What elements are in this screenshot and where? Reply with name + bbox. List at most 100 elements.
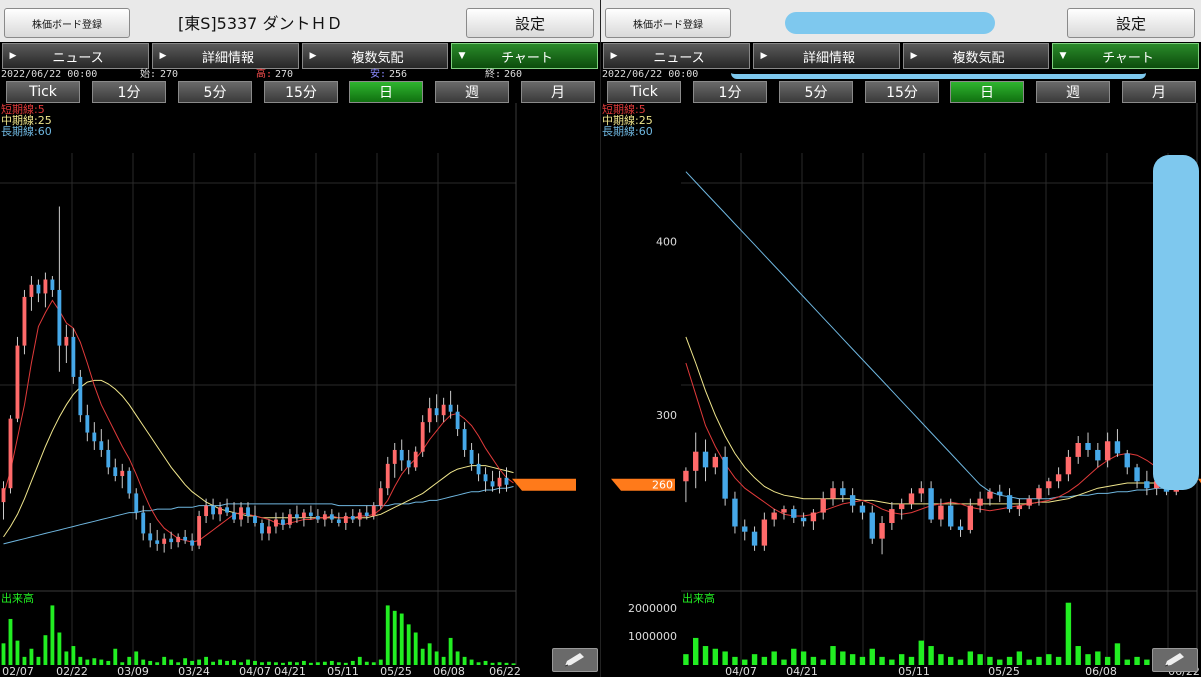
left-candle-63	[441, 397, 446, 423]
left-period-week[interactable]: 週	[435, 81, 509, 103]
right-candle-body-42	[1095, 449, 1101, 461]
right-info-redaction	[731, 67, 1146, 79]
left-x-tick-label-3: 03/24	[178, 665, 210, 677]
right-candle-25	[928, 481, 934, 523]
left-volume-bar-10	[71, 646, 76, 665]
right-volume-bar-30	[977, 654, 983, 665]
right-settings-button[interactable]: 設定	[1067, 8, 1195, 38]
left-legend-long-ma: 長期線:60	[1, 125, 52, 138]
right-period-1min[interactable]: 1分	[693, 81, 767, 103]
left-tab-details[interactable]: ▶ 詳細情報	[152, 43, 299, 69]
left-candle-body-58	[406, 460, 411, 468]
left-candle-body-68	[476, 463, 481, 475]
right-volume-bar-31	[987, 656, 993, 665]
right-period-week[interactable]: 週	[1036, 81, 1110, 103]
left-candle-body-34	[239, 507, 243, 520]
right-candle-body-41	[1085, 443, 1091, 450]
right-stock-board-register-button[interactable]: 株価ボード登録	[605, 8, 731, 38]
right-period-day[interactable]: 日	[950, 81, 1024, 103]
right-tab-multi-quotes[interactable]: ▶ 複数気配	[903, 43, 1049, 69]
left-candle-body-15	[106, 449, 111, 468]
right-candle-body-30	[977, 498, 983, 506]
right-volume-bar-25	[928, 646, 934, 665]
right-volume-bar-28	[957, 659, 964, 665]
right-volume-bar-44	[1114, 643, 1121, 665]
right-candle-body-12	[800, 517, 807, 522]
left-tab-news[interactable]: ▶ ニュース	[2, 43, 149, 69]
right-candle-28	[957, 519, 964, 537]
left-candle-body-38	[267, 526, 271, 534]
left-volume-bar-32	[225, 660, 229, 665]
right-volume-bar-41	[1085, 654, 1091, 665]
right-period-5min[interactable]: 5分	[779, 81, 853, 103]
left-candle-body-30	[211, 505, 216, 515]
left-candle-body-10	[71, 336, 76, 377]
right-draw-tool-button[interactable]	[1152, 648, 1198, 672]
left-period-1min[interactable]: 1分	[92, 81, 166, 103]
right-datetime: 2022/06/22 00:00	[602, 69, 699, 80]
right-volume-bar-19	[869, 648, 875, 665]
right-candle-35	[1026, 495, 1032, 510]
left-candle-38	[267, 519, 271, 541]
left-candle-body-47	[329, 514, 334, 520]
left-candle-body-19	[134, 493, 139, 513]
left-period-5min[interactable]: 5分	[178, 81, 252, 103]
right-volume-bar-0	[683, 654, 689, 665]
right-candle-body-44	[1114, 441, 1121, 454]
left-tab-multi-quotes[interactable]: ▶ 複数気配	[302, 43, 448, 69]
right-candle-19	[869, 505, 875, 544]
left-volume-bar-31	[218, 659, 222, 665]
left-candle-body-67	[469, 449, 474, 464]
left-period-day[interactable]: 日	[349, 81, 423, 103]
right-period-tick[interactable]: Tick	[607, 81, 681, 103]
left-volume-bar-58	[406, 624, 411, 665]
left-candle-body-14	[99, 441, 104, 450]
right-period-15min[interactable]: 15分	[865, 81, 939, 103]
right-x-tick-label-0: 04/07	[725, 665, 757, 677]
right-volume-bar-13	[810, 656, 817, 665]
left-candle-3	[22, 289, 27, 355]
left-candle-11	[78, 369, 83, 423]
left-volume-bar-13	[92, 658, 97, 665]
left-volume-bar-4	[29, 648, 34, 665]
left-settings-button[interactable]: 設定	[466, 8, 594, 38]
left-volume-bar-7	[50, 605, 55, 665]
left-volume-bar-53	[371, 662, 376, 665]
left-candle-35	[246, 502, 250, 523]
left-volume-bar-44	[308, 662, 313, 665]
left-candlestick-chart[interactable]: 出来高 02/07 02/22 03/09 03/24 04/07 04/21 05/11 05…	[0, 103, 600, 677]
right-volume-bar-43	[1104, 656, 1111, 665]
left-volume-bar-62	[434, 651, 439, 665]
left-candle-body-35	[246, 507, 250, 517]
right-candlestick-chart[interactable]: 260400300出来高2000000100000020000000100000…	[601, 103, 1201, 677]
left-candle-56	[392, 443, 397, 478]
left-period-tick[interactable]: Tick	[6, 81, 80, 103]
left-period-15min[interactable]: 15分	[264, 81, 338, 103]
left-period-month[interactable]: 月	[521, 81, 595, 103]
left-volume-bar-29	[204, 656, 209, 665]
left-stock-board-register-button[interactable]: 株価ボード登録	[4, 8, 130, 38]
right-tab-details[interactable]: ▶ 詳細情報	[753, 43, 900, 69]
left-candle-body-20	[141, 512, 146, 534]
right-candle-body-28	[957, 526, 964, 530]
left-candle-12	[85, 404, 90, 442]
left-x-tick-label-9: 06/22	[489, 665, 521, 677]
left-candle-34	[239, 502, 243, 527]
right-volume-bar-24	[918, 640, 924, 665]
right-period-month[interactable]: 月	[1122, 81, 1196, 103]
left-tab-chart[interactable]: ▼ チャート	[451, 43, 598, 69]
right-tab-news[interactable]: ▶ ニュース	[603, 43, 750, 69]
left-tab-news-label: ニュース	[52, 50, 104, 66]
right-tab-chart[interactable]: ▼ チャート	[1052, 43, 1199, 69]
left-volume-bar-30	[211, 661, 216, 665]
right-candle-5	[732, 491, 738, 534]
left-candle-body-29	[204, 505, 209, 517]
right-candle-body-24	[918, 488, 924, 494]
right-volume-bar-45	[1124, 659, 1130, 665]
left-candle-32	[225, 498, 229, 517]
right-axis-redaction	[1153, 155, 1199, 490]
left-candle-body-9	[64, 336, 69, 346]
left-draw-tool-button[interactable]	[552, 648, 598, 672]
left-candle-body-69	[483, 474, 488, 482]
left-candle-22	[155, 529, 160, 551]
